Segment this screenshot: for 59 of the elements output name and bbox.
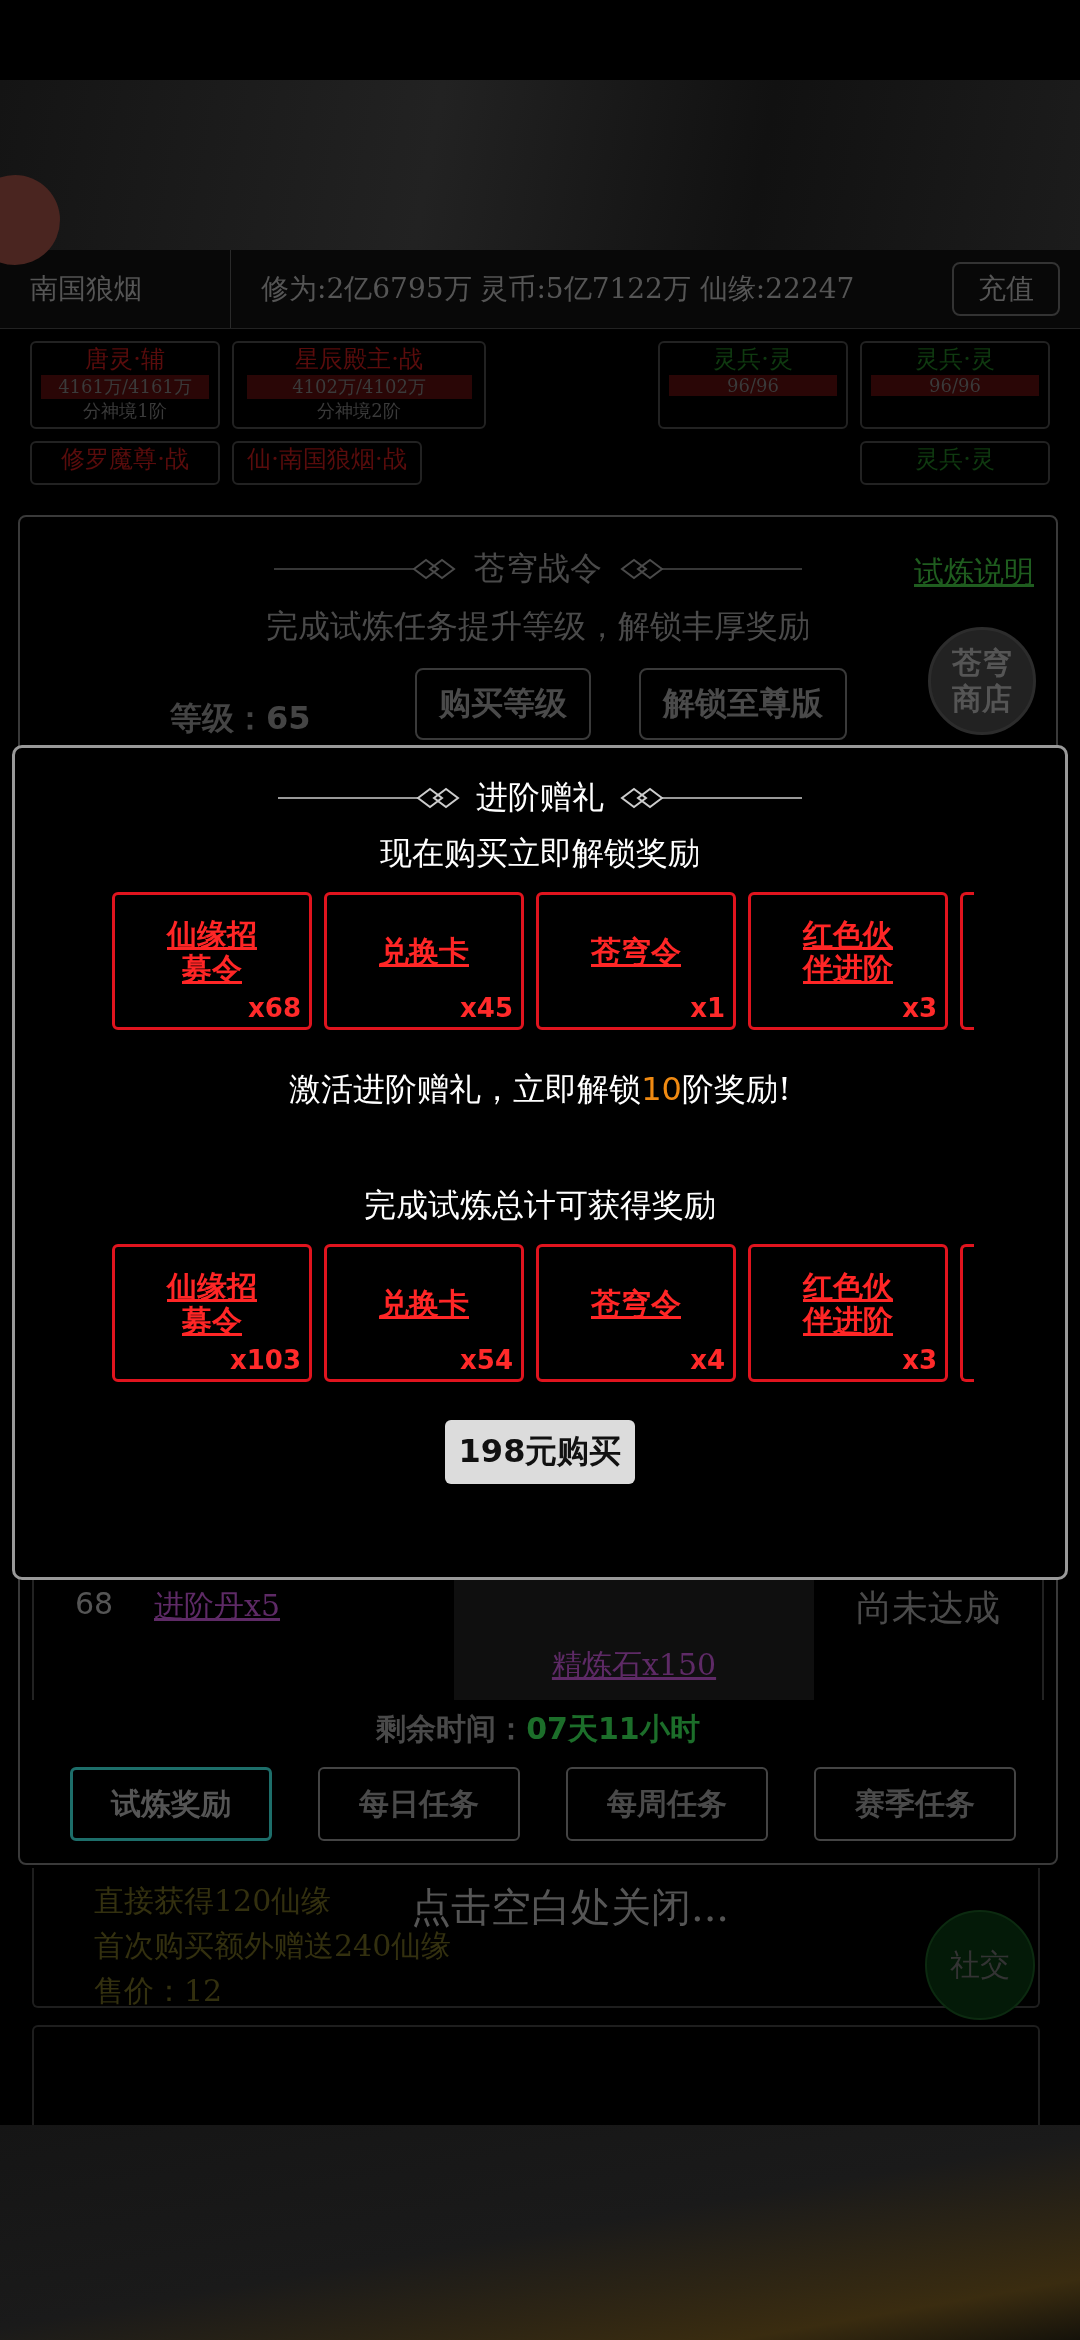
reward-count: x3 [902,1345,937,1375]
unlock-button[interactable]: 解锁至尊版 [639,668,847,740]
panel-subtitle: 完成试炼任务提升等级，解锁丰厚奖励 [265,606,811,647]
reward-count: x4 [690,1345,725,1375]
reward-card[interactable]: 仙缘招募令 x68 [112,892,312,1030]
team-card[interactable]: 仙·南国狼烟·战 [232,441,422,485]
buy-button[interactable]: 198元购买 [444,1420,636,1484]
reward-count: x103 [229,1345,301,1375]
unit-name: 唐灵·辅 [85,344,165,375]
unit-name: 仙·南国狼烟·战 [247,444,407,475]
reward-card[interactable]: 红色伙伴进阶 x3 [748,1244,948,1382]
reward-card[interactable]: 苍穹令 x4 [536,1244,736,1382]
reward-name: 兑换卡 [379,934,469,970]
tab[interactable]: 每日任务 [318,1767,520,1841]
level-label: 等级：65 [170,698,312,739]
realm-label: 分神境1阶 [83,399,167,423]
row-status: 尚未达成 [855,1586,1001,1630]
tab[interactable]: 试炼奖励 [70,1767,272,1841]
tab[interactable]: 赛季任务 [814,1767,1016,1841]
reward-name: 仙缘招募令 [167,1269,257,1339]
recharge-button[interactable]: 充值 [952,262,1060,316]
reward-count: x45 [460,993,513,1023]
reward-count: x1 [690,993,725,1023]
reward-card[interactable]: 苍穹令 x1 [536,892,736,1030]
unlock-note: 激活进阶赠礼，立即解锁10阶奖励! [289,1069,791,1110]
reward-count: x68 [248,993,301,1023]
row-rank: 68 [73,1585,115,1623]
buy-level-button[interactable]: 购买等级 [415,668,591,740]
team-card[interactable]: 修罗魔尊·战 [30,441,220,485]
time-value: 07天11小时 [526,1710,700,1748]
reward-name: 红色伙伴进阶 [803,917,893,987]
tab[interactable]: 每周任务 [566,1767,768,1841]
unit-name: 灵兵·灵 [713,344,793,375]
reward-name: 兑换卡 [379,1286,469,1322]
reward-card[interactable]: 兑换卡 x54 [324,1244,524,1382]
buy-now-note: 现在购买立即解锁奖励 [380,833,700,874]
player-name: 南国狼烟 [30,271,142,307]
unit-name: 灵兵·灵 [915,344,995,375]
resource-stats: 修为:2亿6795万 灵币:5亿7122万 仙缘:22247 [260,271,856,307]
realm-label: 分神境2阶 [317,399,401,423]
reward-name: 苍穹令 [591,934,681,970]
panel-title: 苍穹战令 [474,548,602,589]
total-note: 完成试炼总计可获得奖励 [364,1185,716,1226]
team-card[interactable]: 灵兵·灵 [860,441,1050,485]
unit-name: 灵兵·灵 [915,444,995,475]
time-label: 剩余时间： [376,1710,527,1748]
unit-name: 星辰殿主·战 [295,344,423,375]
reward-name: 苍穹令 [591,1286,681,1322]
reward-name: 红色伙伴进阶 [803,1269,893,1339]
help-link[interactable]: 试炼说明 [914,552,1034,593]
reward-card[interactable]: 兑换卡 x45 [324,892,524,1030]
reward-count: x54 [460,1345,513,1375]
reward-name: 仙缘招募令 [167,917,257,987]
reward-card[interactable]: 仙缘招募令 x103 [112,1244,312,1382]
reward-count: x3 [902,993,937,1023]
unit-name: 修罗魔尊·战 [61,444,189,475]
popup-title: 进阶赠礼 [476,777,604,818]
reward-card[interactable]: 红色伙伴进阶 x3 [748,892,948,1030]
close-hint: 点击空白处关闭... [410,1884,730,1930]
